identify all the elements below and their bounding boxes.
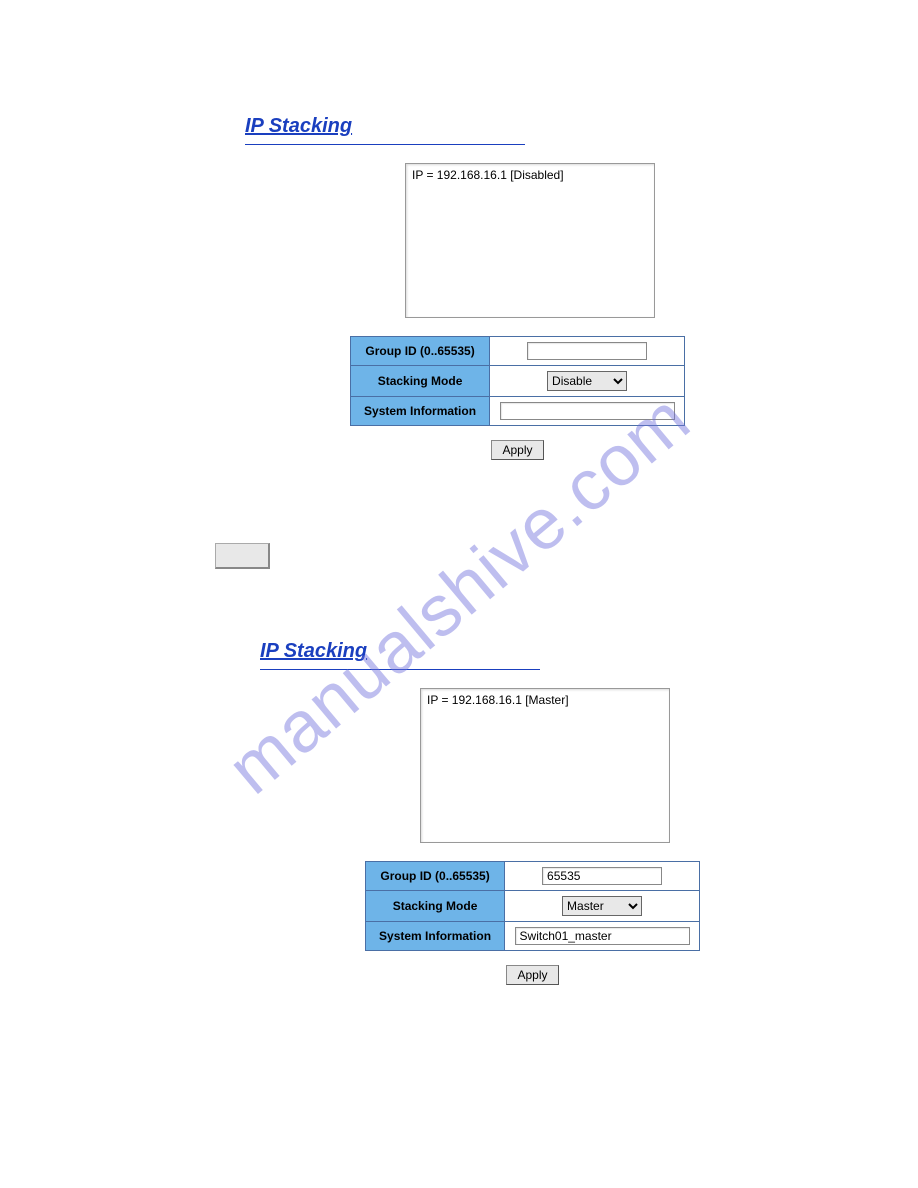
apply-row: Apply [365, 965, 700, 985]
section-title: IP Stacking [245, 115, 352, 140]
ip-stacking-panel-disabled: IP Stacking IP = 192.168.16.1 [Disabled]… [245, 115, 745, 460]
sysinfo-cell [490, 397, 685, 426]
group-id-input[interactable] [527, 342, 647, 360]
stacking-mode-select[interactable]: Master [562, 896, 642, 916]
group-id-label: Group ID (0..65535) [351, 337, 490, 366]
sysinfo-label: System Information [366, 922, 505, 951]
apply-button[interactable]: Apply [506, 965, 558, 985]
config-table: Group ID (0..65535) Stacking Mode Master… [365, 861, 700, 951]
config-table: Group ID (0..65535) Stacking Mode Disabl… [350, 336, 685, 426]
ip-list-item[interactable]: IP = 192.168.16.1 [Disabled] [412, 168, 648, 182]
title-underline [260, 669, 540, 670]
group-id-cell [505, 862, 700, 891]
ip-listbox[interactable]: IP = 192.168.16.1 [Disabled] [405, 163, 655, 318]
sysinfo-input[interactable] [515, 927, 690, 945]
stacking-mode-cell: Disable [490, 366, 685, 397]
sysinfo-label: System Information [351, 397, 490, 426]
apply-button[interactable]: Apply [491, 440, 543, 460]
ip-list-item[interactable]: IP = 192.168.16.1 [Master] [427, 693, 663, 707]
section-title: IP Stacking [260, 640, 367, 665]
stacking-mode-select[interactable]: Disable [547, 371, 627, 391]
sysinfo-input[interactable] [500, 402, 675, 420]
group-id-label: Group ID (0..65535) [366, 862, 505, 891]
stacking-mode-label: Stacking Mode [351, 366, 490, 397]
ip-listbox[interactable]: IP = 192.168.16.1 [Master] [420, 688, 670, 843]
group-id-cell [490, 337, 685, 366]
sysinfo-cell [505, 922, 700, 951]
group-id-input[interactable] [542, 867, 662, 885]
stacking-mode-label: Stacking Mode [366, 891, 505, 922]
apply-row: Apply [350, 440, 685, 460]
stacking-mode-cell: Master [505, 891, 700, 922]
gray-button[interactable] [215, 543, 270, 569]
title-underline [245, 144, 525, 145]
ip-stacking-panel-master: IP Stacking IP = 192.168.16.1 [Master] G… [260, 640, 760, 985]
